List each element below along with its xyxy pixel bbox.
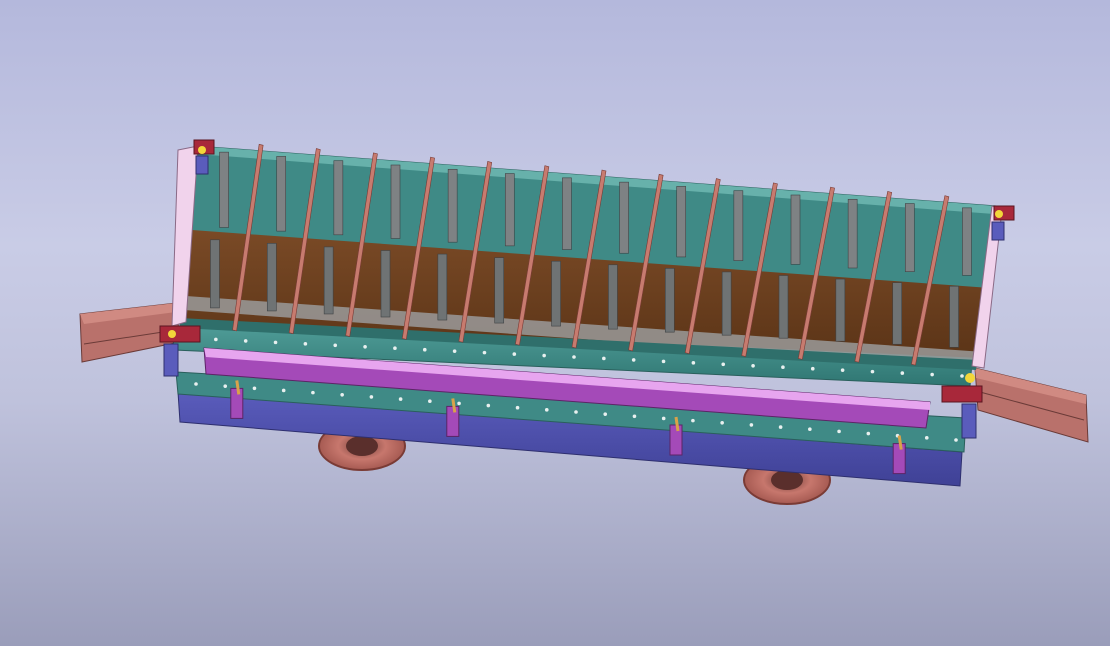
bolt (870, 369, 875, 374)
bolt (778, 425, 783, 429)
bolt (303, 342, 308, 346)
bolt (515, 405, 520, 410)
bolt (452, 349, 457, 353)
bolt (749, 423, 754, 427)
bolt (340, 392, 344, 397)
divider-bracket-lower (778, 275, 789, 339)
bolt (751, 363, 755, 368)
bolt (369, 395, 374, 399)
bolt (243, 339, 248, 343)
bolt (393, 346, 397, 351)
divider-bracket-upper (962, 207, 972, 276)
clamp-body (669, 424, 683, 456)
bolt (691, 418, 695, 423)
bolt (194, 382, 198, 386)
divider-bracket-lower (323, 246, 334, 315)
bolt (721, 362, 726, 367)
divider-bracket-lower (835, 278, 846, 342)
divider-bracket-lower (266, 243, 277, 312)
bolt (960, 374, 964, 378)
clamp-body (230, 387, 244, 419)
divider-bracket-lower (892, 282, 903, 345)
bolt (544, 408, 549, 412)
divider-bracket-upper (447, 168, 458, 243)
bolt (632, 414, 637, 419)
right-support-bracket (974, 367, 1089, 443)
bolt (363, 344, 367, 349)
divider-bracket-upper (219, 151, 229, 228)
divider-bracket-lower (664, 268, 675, 333)
divider-bracket-upper (276, 156, 287, 232)
bolt (840, 368, 845, 372)
bolt (661, 416, 666, 421)
bolt (311, 390, 315, 395)
bolt (482, 350, 487, 355)
bolt (512, 352, 517, 356)
divider-bracket-upper (619, 181, 629, 254)
bolt (572, 355, 576, 359)
bolt (398, 397, 403, 401)
bolt (542, 353, 546, 358)
bolt (900, 371, 905, 375)
clamp-handle (897, 435, 903, 450)
divider-bracket-upper (733, 190, 744, 261)
divider-bracket-upper (504, 173, 515, 247)
bolt (720, 420, 724, 425)
bolt (837, 429, 841, 434)
bolt (223, 384, 228, 388)
divider-bracket-upper (904, 203, 915, 272)
divider-bracket-upper (676, 186, 687, 258)
divider-bracket-lower (494, 257, 505, 324)
divider-bracket-upper (847, 198, 858, 269)
divider-bracket-lower (437, 253, 448, 321)
divider-bracket-upper (562, 177, 572, 250)
bolt (281, 388, 286, 393)
bolt (603, 412, 608, 416)
divider-bracket-lower (210, 239, 220, 309)
divider-bracket-lower (551, 260, 561, 327)
corner-fixture-top-right (991, 205, 1015, 241)
divider-bracket-lower (721, 271, 732, 336)
bolt (631, 358, 636, 362)
clamp-handle (235, 380, 241, 395)
bolt (661, 359, 666, 364)
divider-bracket-upper (333, 160, 344, 236)
divider-bracket-lower (380, 250, 391, 318)
divider-bracket-lower (608, 264, 618, 330)
bolt (428, 399, 432, 404)
bolt (781, 365, 785, 370)
bolt (602, 356, 606, 361)
bolt (930, 372, 934, 377)
bolt (924, 436, 929, 440)
bolt (422, 347, 427, 352)
cart-3d-model (79, 139, 1089, 505)
bolt (252, 386, 257, 391)
bolt (954, 438, 958, 442)
bolt (691, 361, 696, 365)
bolt (810, 366, 815, 371)
divider-bracket-upper (390, 164, 401, 239)
bolt (574, 410, 578, 414)
divider-bracket-lower (949, 285, 959, 348)
bolt (273, 340, 278, 345)
bolt (486, 403, 491, 408)
clamp-handle (451, 398, 457, 413)
bolt (457, 401, 461, 406)
clamp-body (446, 405, 460, 437)
bolt (333, 343, 338, 348)
clamp-body (892, 443, 906, 475)
clamp-handle (674, 416, 680, 432)
bolt (808, 427, 812, 432)
divider-bracket-upper (790, 194, 801, 265)
cad-viewport[interactable] (0, 0, 1110, 646)
bolt (866, 431, 871, 436)
bolt (214, 337, 218, 342)
